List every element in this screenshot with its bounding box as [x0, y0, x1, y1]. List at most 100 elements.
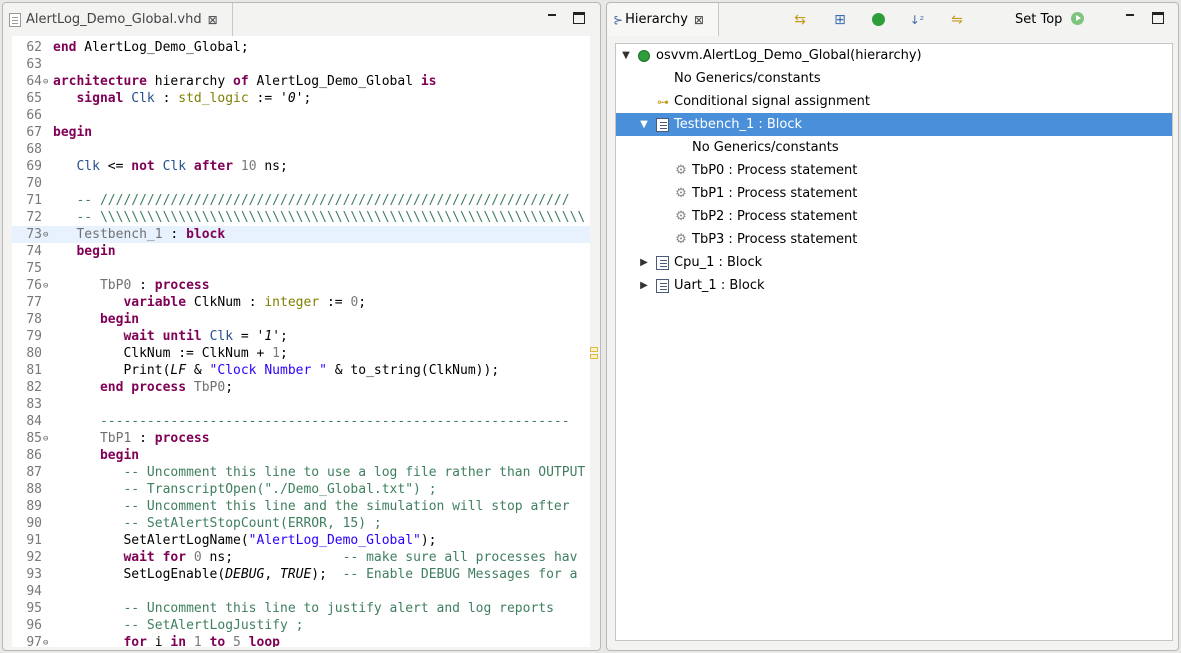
- tree-item[interactable]: ▼ osvvm.AlertLog_Demo_Global(hierarchy): [616, 44, 1172, 67]
- code-text: begin: [53, 124, 92, 141]
- fold-toggle-icon[interactable]: ⊖: [43, 74, 48, 91]
- fold-toggle-icon[interactable]: ⊖: [43, 635, 48, 647]
- code-line[interactable]: 86 begin: [12, 447, 590, 464]
- hierarchy-icon: ⊱: [613, 12, 624, 27]
- code-token: <=: [99, 159, 132, 174]
- code-line[interactable]: 96 -- SetAlertLogJustify ;: [12, 617, 590, 634]
- tree-item[interactable]: No Generics/constants: [616, 67, 1172, 90]
- line-number: 71: [26, 193, 42, 208]
- tree-item[interactable]: ▶ Cpu_1 : Block: [616, 251, 1172, 274]
- minimize-button[interactable]: [546, 12, 558, 24]
- info-icon[interactable]: [870, 12, 886, 28]
- code-token: AlertLog_Demo_Global;: [76, 40, 249, 55]
- code-line[interactable]: 72 -- \\\\\\\\\\\\\\\\\\\\\\\\\\\\\\\\\\…: [12, 209, 590, 226]
- close-icon[interactable]: ⊠: [694, 13, 704, 27]
- code-line[interactable]: 75: [12, 260, 590, 277]
- line-number: 94: [26, 584, 42, 599]
- code-text: -- SetAlertLogJustify ;: [53, 617, 303, 634]
- code-token: ns;: [256, 159, 288, 174]
- code-token: Clk: [162, 159, 187, 174]
- code-line[interactable]: 67 begin: [12, 124, 590, 141]
- code-line[interactable]: 78 begin: [12, 311, 590, 328]
- tree-item[interactable]: ⚙ TbP1 : Process statement: [616, 182, 1172, 205]
- code-line[interactable]: 85 ⊖ TbP1 : process: [12, 430, 590, 447]
- overview-ruler[interactable]: [590, 347, 600, 361]
- code-editor[interactable]: 62 end AlertLog_Demo_Global; 63 64 ⊖ architec…: [12, 36, 590, 647]
- chevron-right-icon[interactable]: ▶: [639, 257, 649, 268]
- close-icon[interactable]: ⊠: [208, 13, 218, 27]
- tree-item[interactable]: ⚙ TbP2 : Process statement: [616, 205, 1172, 228]
- code-line[interactable]: 73 ⊖ Testbench_1 : block: [12, 226, 590, 243]
- hierarchy-tree[interactable]: ▼ osvvm.AlertLog_Demo_Global(hierarchy) No…: [615, 43, 1173, 641]
- code-line[interactable]: 97 ⊖ for i in 1 to 5 loop: [12, 634, 590, 647]
- line-number: 76: [26, 278, 42, 293]
- code-line[interactable]: 93 SetLogEnable(DEBUG, TRUE); -- Enable …: [12, 566, 590, 583]
- code-token: wait until: [123, 329, 202, 344]
- chevron-down-icon[interactable]: ▼: [621, 50, 631, 61]
- tree-item-label: TbP1 : Process statement: [692, 186, 858, 201]
- maximize-button[interactable]: [573, 12, 585, 24]
- maximize-button[interactable]: [1152, 12, 1164, 24]
- hierarchy-tab[interactable]: ⊱ Hierarchy ⊠: [607, 3, 719, 36]
- code-line[interactable]: 88 -- TranscriptOpen("./Demo_Global.txt"…: [12, 481, 590, 498]
- tree-item[interactable]: ▼ Testbench_1 : Block: [616, 113, 1172, 136]
- tree-item[interactable]: ⚙ TbP3 : Process statement: [616, 228, 1172, 251]
- code-line[interactable]: 81 Print(LF & "Clock Number " & to_strin…: [12, 362, 590, 379]
- chevron-right-icon[interactable]: ▶: [639, 280, 649, 291]
- minimize-button[interactable]: [1124, 12, 1136, 24]
- code-line[interactable]: 83: [12, 396, 590, 413]
- code-line[interactable]: 66: [12, 107, 590, 124]
- code-token: signal: [76, 91, 124, 106]
- code-text: ----------------------------------------…: [53, 413, 570, 430]
- link-icon[interactable]: ⇋: [949, 12, 965, 28]
- fold-toggle-icon[interactable]: ⊖: [43, 431, 48, 448]
- block-icon: [656, 278, 669, 293]
- fold-toggle-icon[interactable]: ⊖: [43, 278, 48, 295]
- code-line[interactable]: 62 end AlertLog_Demo_Global;: [12, 39, 590, 56]
- code-text: begin: [53, 447, 139, 464]
- occurrence-marker[interactable]: [590, 354, 598, 359]
- fold-toggle-icon[interactable]: ⊖: [43, 227, 48, 244]
- code-line[interactable]: 68: [12, 141, 590, 158]
- code-token: wait for: [123, 550, 187, 565]
- code-line[interactable]: 92 wait for 0 ns; -- make sure all proce…: [12, 549, 590, 566]
- sort-az-icon[interactable]: ↓ᶻ: [909, 12, 925, 28]
- code-line[interactable]: 70: [12, 175, 590, 192]
- code-line[interactable]: 63: [12, 56, 590, 73]
- code-line[interactable]: 87 -- Uncomment this line to use a log f…: [12, 464, 590, 481]
- set-top-button[interactable]: Set Top: [1015, 12, 1084, 27]
- tree-item[interactable]: ▶ Uart_1 : Block: [616, 274, 1172, 297]
- chevron-down-icon[interactable]: ▼: [639, 119, 649, 130]
- code-line[interactable]: 91 SetAlertLogName("AlertLog_Demo_Global…: [12, 532, 590, 549]
- code-line[interactable]: 65 signal Clk : std_logic := '0';: [12, 90, 590, 107]
- code-line[interactable]: 84 -------------------------------------…: [12, 413, 590, 430]
- code-line[interactable]: 80 ClkNum := ClkNum + 1;: [12, 345, 590, 362]
- line-number: 90: [26, 516, 42, 531]
- code-line[interactable]: 69 Clk <= not Clk after 10 ns;: [12, 158, 590, 175]
- tree-item[interactable]: ⚙ TbP0 : Process statement: [616, 159, 1172, 182]
- code-line[interactable]: 95 -- Uncomment this line to justify ale…: [12, 600, 590, 617]
- expand-icon[interactable]: ⊞: [832, 12, 848, 28]
- code-line[interactable]: 74 begin: [12, 243, 590, 260]
- occurrence-marker[interactable]: [590, 347, 598, 352]
- code-line[interactable]: 90 -- SetAlertStopCount(ERROR, 15) ;: [12, 515, 590, 532]
- editor-tab[interactable]: AlertLog_Demo_Global.vhd ⊠: [3, 3, 233, 36]
- code-line[interactable]: 82 end process TbP0;: [12, 379, 590, 396]
- code-token: -- \\\\\\\\\\\\\\\\\\\\\\\\\\\\\\\\\\\\\…: [76, 210, 586, 225]
- tree-item[interactable]: ⊶ Conditional signal assignment: [616, 90, 1172, 113]
- code-line[interactable]: 76 ⊖ TbP0 : process: [12, 277, 590, 294]
- code-token: -- Uncomment this line to justify alert …: [123, 601, 554, 616]
- code-line[interactable]: 94: [12, 583, 590, 600]
- sync-icon[interactable]: ⇆: [792, 12, 808, 28]
- code-line[interactable]: 77 variable ClkNum : integer := 0;: [12, 294, 590, 311]
- tree-item[interactable]: No Generics/constants: [616, 136, 1172, 159]
- code-line[interactable]: 79 wait until Clk = '1';: [12, 328, 590, 345]
- code-line[interactable]: 89 -- Uncomment this line and the simula…: [12, 498, 590, 515]
- code-line[interactable]: 64 ⊖ architecture hierarchy of AlertLog_De…: [12, 73, 590, 90]
- code-text: -- TranscriptOpen("./Demo_Global.txt") ;: [53, 481, 436, 498]
- code-line[interactable]: 71 -- //////////////////////////////////…: [12, 192, 590, 209]
